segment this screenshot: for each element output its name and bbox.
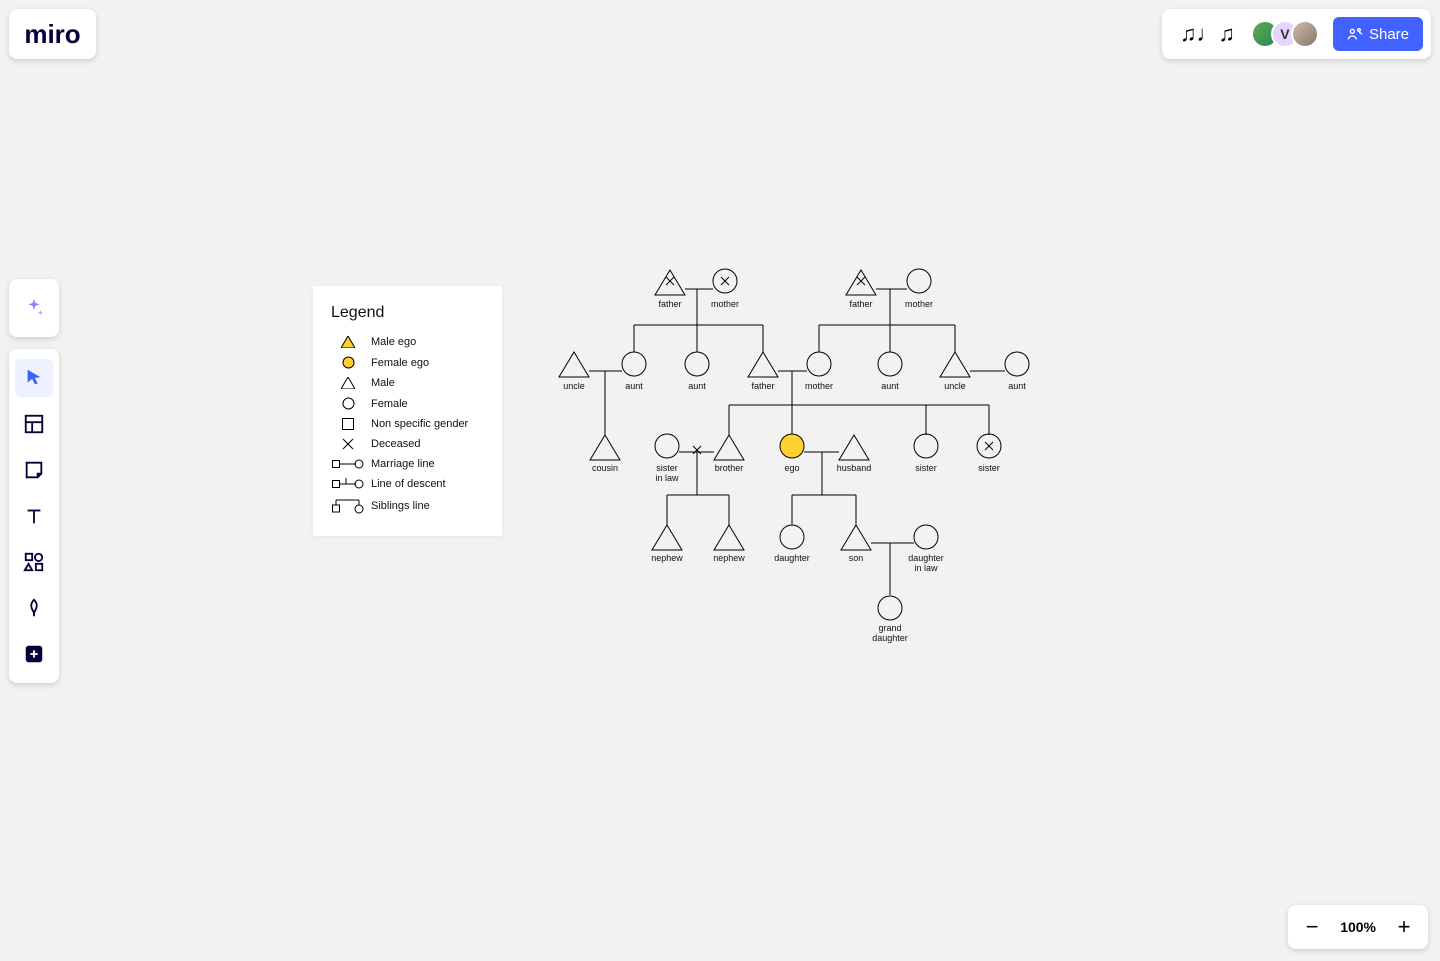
- label-g2-cousin: cousin: [592, 464, 618, 474]
- label-g1-aunt-l2: aunt: [688, 382, 706, 392]
- label-g2-ego: ego: [784, 464, 799, 474]
- label-g1-uncle-r: uncle: [944, 382, 966, 392]
- label-g1-aunt-r2: aunt: [1008, 382, 1026, 392]
- label-g2-sisterinlaw: sister in law: [655, 464, 678, 484]
- label-g3-son: son: [849, 554, 864, 564]
- label-g2-sister1: sister: [915, 464, 937, 474]
- label-g2-sister2: sister: [978, 464, 1000, 474]
- label-g2-brother: brother: [715, 464, 744, 474]
- label-g0-mother-r: mother: [905, 300, 933, 310]
- kinship-diagram[interactable]: [0, 0, 1440, 961]
- label-g3-daughterinlaw: daughter in law: [908, 554, 944, 574]
- label-g2-husband: husband: [837, 464, 872, 474]
- label-g0-father-r: father: [849, 300, 872, 310]
- label-g1-uncle-l: uncle: [563, 382, 585, 392]
- label-g3-nephew1: nephew: [651, 554, 683, 564]
- label-g0-father-l: father: [658, 300, 681, 310]
- label-g1-aunt-r: aunt: [881, 382, 899, 392]
- label-g3-nephew2: nephew: [713, 554, 745, 564]
- label-g4-granddaughter: grand daughter: [872, 624, 908, 644]
- label-g0-mother-l: mother: [711, 300, 739, 310]
- label-g1-mother: mother: [805, 382, 833, 392]
- label-g1-father: father: [751, 382, 774, 392]
- label-g3-daughter: daughter: [774, 554, 810, 564]
- label-g1-aunt-l1: aunt: [625, 382, 643, 392]
